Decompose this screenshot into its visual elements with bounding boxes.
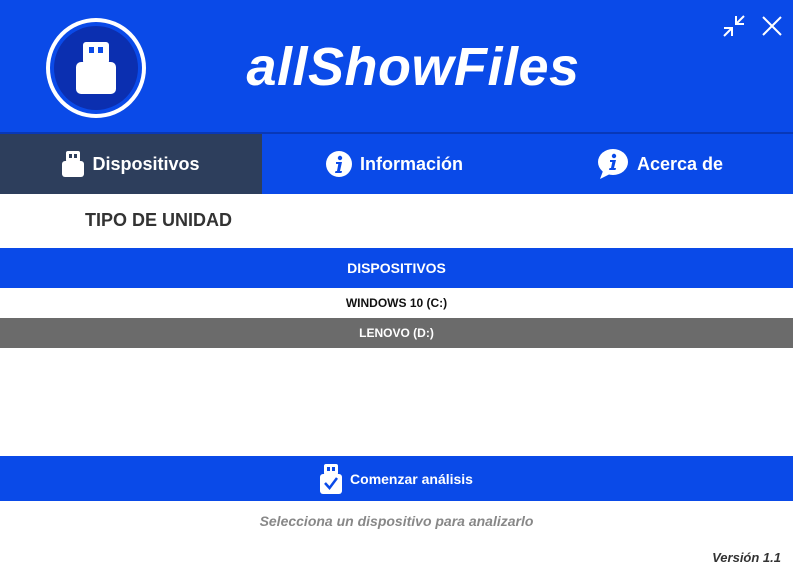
section-title: TIPO DE UNIDAD bbox=[85, 210, 233, 230]
usb-check-icon bbox=[320, 463, 343, 494]
info-bubble-icon bbox=[597, 149, 629, 179]
devices-list-header: DISPOSITIVOS bbox=[0, 248, 793, 288]
tab-label: Información bbox=[359, 153, 463, 174]
device-row-lenovo[interactable]: LENOVO (D:) bbox=[0, 318, 793, 348]
tab-bar: Dispositivos Información Acerca de bbox=[0, 132, 793, 194]
tab-label: Dispositivos bbox=[92, 153, 200, 174]
version-label: Versión 1.1 bbox=[712, 550, 781, 565]
device-row-windows[interactable]: WINDOWS 10 (C:) bbox=[0, 288, 793, 318]
info-circle-icon bbox=[325, 151, 352, 177]
collapse-icon bbox=[723, 15, 745, 37]
usb-drive-icon bbox=[62, 151, 85, 177]
tab-acerca-de[interactable]: Acerca de bbox=[527, 134, 793, 194]
start-analysis-button[interactable]: Comenzar análisis bbox=[0, 456, 793, 501]
tab-informacion[interactable]: Información bbox=[262, 134, 527, 194]
start-analysis-label: Comenzar análisis bbox=[350, 470, 473, 487]
close-icon bbox=[762, 16, 782, 36]
hint-text: Selecciona un dispositivo para analizarl… bbox=[259, 513, 534, 529]
tab-dispositivos[interactable]: Dispositivos bbox=[0, 134, 262, 194]
tab-label: Acerca de bbox=[636, 153, 724, 174]
minimize-button[interactable] bbox=[722, 14, 746, 38]
app-title: allShowFiles bbox=[246, 37, 580, 97]
app-header: allShowFiles bbox=[0, 0, 793, 132]
close-button[interactable] bbox=[760, 14, 784, 38]
